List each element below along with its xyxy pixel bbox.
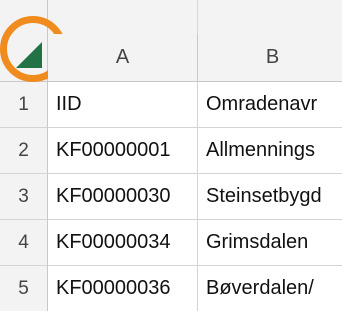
row-header[interactable]: 5 <box>0 266 48 311</box>
table-row: 2 KF00000001 Allmennings <box>0 128 342 174</box>
row-header[interactable]: 3 <box>0 174 48 220</box>
column-header-a[interactable]: A <box>48 34 198 82</box>
table-row: 4 KF00000034 Grimsdalen <box>0 220 342 266</box>
cell-b4[interactable]: Grimsdalen <box>198 220 342 266</box>
column-header-spacer <box>48 0 198 34</box>
row-header[interactable]: 1 <box>0 82 48 128</box>
cell-b1[interactable]: Omradenavr <box>198 82 342 128</box>
cell-a3[interactable]: KF00000030 <box>48 174 198 220</box>
table-row: 1 IID Omradenavr <box>0 82 342 128</box>
row-header[interactable]: 4 <box>0 220 48 266</box>
column-header-row: A B <box>0 0 342 82</box>
cell-b3[interactable]: Steinsetbygd <box>198 174 342 220</box>
column-header-spacer <box>198 0 342 34</box>
cell-a5[interactable]: KF00000036 <box>48 266 198 311</box>
table-row: 5 KF00000036 Bøverdalen/ <box>0 266 342 311</box>
cell-b2[interactable]: Allmennings <box>198 128 342 174</box>
cell-a2[interactable]: KF00000001 <box>48 128 198 174</box>
cell-a1[interactable]: IID <box>48 82 198 128</box>
column-header-b[interactable]: B <box>198 34 342 82</box>
cell-a4[interactable]: KF00000034 <box>48 220 198 266</box>
cell-b5[interactable]: Bøverdalen/ <box>198 266 342 311</box>
row-header[interactable]: 2 <box>0 128 48 174</box>
spreadsheet-grid: A B 1 IID Omradenavr 2 KF00000001 Allmen… <box>0 0 342 311</box>
table-row: 3 KF00000030 Steinsetbygd <box>0 174 342 220</box>
